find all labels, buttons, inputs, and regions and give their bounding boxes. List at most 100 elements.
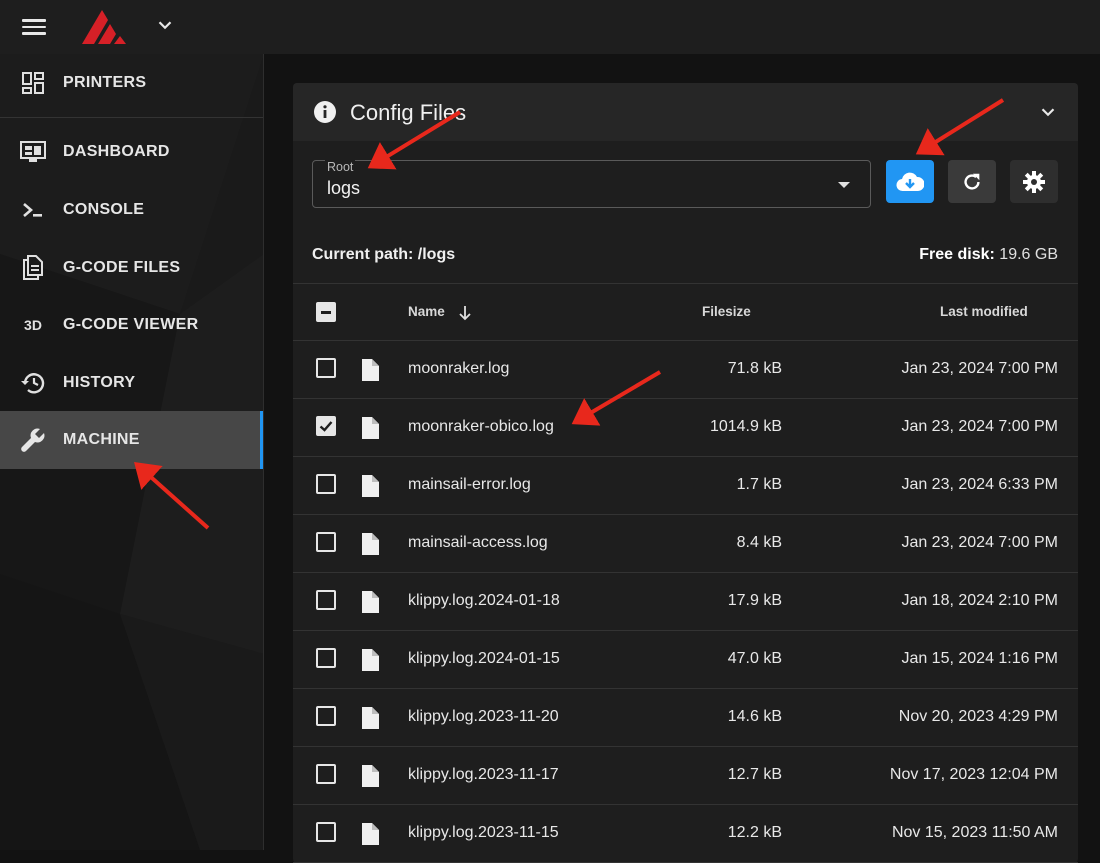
- sidebar-item-label: PRINTERS: [63, 74, 147, 91]
- file-icon: [362, 765, 379, 787]
- chevron-down-icon[interactable]: [1037, 101, 1059, 123]
- row-checkbox[interactable]: [316, 706, 336, 726]
- free-disk-value: 19.6 GB: [999, 246, 1058, 263]
- row-checkbox[interactable]: [316, 590, 336, 610]
- table-row[interactable]: mainsail-access.log 8.4 kB Jan 23, 2024 7:…: [293, 515, 1078, 573]
- monitor-dashboard-icon: [20, 139, 46, 165]
- table-row[interactable]: moonraker.log 71.8 kB Jan 23, 2024 7:00 PM: [293, 341, 1078, 399]
- history-icon: [20, 370, 46, 396]
- table-row[interactable]: klippy.log.2023-11-20 14.6 kB Nov 20, 2023…: [293, 689, 1078, 747]
- file-size: 12.7 kB: [727, 766, 782, 783]
- sidebar: PRINTERS DASHBOARD CONSOLE G-CODE FILES …: [0, 54, 264, 850]
- refresh-button[interactable]: [948, 160, 996, 203]
- table-row[interactable]: klippy.log.2023-11-15 12.2 kB Nov 15, 2023…: [293, 805, 1078, 863]
- select-all-checkbox[interactable]: [316, 302, 336, 322]
- free-disk-label: Free disk:: [919, 246, 995, 263]
- main-content: Config Files Root logs Current path: /lo…: [265, 54, 1100, 863]
- last-modified-column-header[interactable]: Last modified: [940, 304, 1028, 319]
- sidebar-item-label: HISTORY: [63, 374, 136, 391]
- file-name[interactable]: mainsail-error.log: [408, 476, 531, 494]
- file-name[interactable]: klippy.log.2024-01-15: [408, 650, 560, 668]
- file-icon: [362, 823, 379, 845]
- sidebar-item-label: DASHBOARD: [63, 143, 170, 160]
- sidebar-item-history[interactable]: HISTORY: [0, 354, 263, 412]
- file-modified: Nov 20, 2023 4:29 PM: [898, 708, 1058, 725]
- console-prompt-icon: [20, 197, 46, 223]
- sidebar-divider: [0, 117, 263, 118]
- file-size: 71.8 kB: [727, 360, 782, 377]
- cloud-download-icon: [896, 172, 924, 191]
- panel-header[interactable]: Config Files: [293, 83, 1078, 141]
- sidebar-item-label: CONSOLE: [63, 201, 145, 218]
- file-modified: Nov 17, 2023 12:04 PM: [889, 766, 1058, 783]
- hamburger-menu-icon[interactable]: [22, 16, 46, 36]
- file-icon: [362, 533, 379, 555]
- current-path-value: /logs: [417, 246, 456, 263]
- mainsail-logo[interactable]: [80, 6, 130, 46]
- file-name[interactable]: moonraker.log: [408, 360, 509, 378]
- file-name[interactable]: moonraker-obico.log: [408, 418, 554, 436]
- panel-title: Config Files: [350, 100, 467, 125]
- filesize-column-header[interactable]: Filesize: [702, 304, 751, 319]
- file-name[interactable]: klippy.log.2024-01-18: [408, 592, 560, 610]
- download-button[interactable]: [886, 160, 934, 203]
- file-modified: Nov 15, 2023 11:50 AM: [891, 824, 1058, 841]
- sidebar-item-dashboard[interactable]: DASHBOARD: [0, 123, 263, 181]
- path-info: Current path: /logs Free disk: 19.6 GB: [312, 246, 1058, 266]
- row-checkbox[interactable]: [316, 416, 336, 436]
- table-row[interactable]: mainsail-error.log 1.7 kB Jan 23, 2024 6:3…: [293, 457, 1078, 515]
- sidebar-item-gcode-viewer[interactable]: 3D G-CODE VIEWER: [0, 296, 263, 354]
- dropdown-caret-icon: [838, 182, 850, 188]
- sidebar-item-label: MACHINE: [63, 431, 140, 448]
- file-size: 1014.9 kB: [709, 418, 782, 435]
- file-modified: Jan 23, 2024 6:33 PM: [901, 476, 1058, 493]
- row-checkbox[interactable]: [316, 764, 336, 784]
- file-name[interactable]: klippy.log.2023-11-20: [408, 708, 559, 726]
- file-name[interactable]: klippy.log.2023-11-17: [408, 766, 559, 784]
- file-icon: [362, 591, 379, 613]
- table-header: Name Filesize Last modified: [293, 283, 1078, 341]
- sidebar-item-printers[interactable]: PRINTERS: [0, 54, 263, 112]
- current-path-label: Current path:: [312, 246, 414, 263]
- sidebar-item-label: G-CODE FILES: [63, 259, 181, 276]
- file-size: 17.9 kB: [727, 592, 782, 609]
- 3d-icon: 3D: [24, 317, 42, 333]
- file-size: 12.2 kB: [727, 824, 782, 841]
- root-select[interactable]: Root logs: [312, 160, 871, 208]
- file-name[interactable]: klippy.log.2023-11-15: [408, 824, 559, 842]
- arrow-down-icon[interactable]: [457, 304, 473, 322]
- row-checkbox[interactable]: [316, 532, 336, 552]
- sidebar-item-machine[interactable]: MACHINE: [0, 411, 263, 469]
- file-modified: Jan 18, 2024 2:10 PM: [901, 592, 1058, 609]
- file-modified: Jan 15, 2024 1:16 PM: [901, 650, 1058, 667]
- file-document-icon: [20, 255, 46, 281]
- row-checkbox[interactable]: [316, 358, 336, 378]
- name-column-header[interactable]: Name: [408, 304, 445, 319]
- file-icon: [362, 707, 379, 729]
- info-icon: [314, 101, 336, 123]
- sidebar-item-console[interactable]: CONSOLE: [0, 181, 263, 239]
- file-icon: [362, 649, 379, 671]
- row-checkbox[interactable]: [316, 822, 336, 842]
- file-size: 1.7 kB: [736, 476, 782, 493]
- file-icon: [362, 359, 379, 381]
- table-row[interactable]: klippy.log.2023-11-17 12.7 kB Nov 17, 2023…: [293, 747, 1078, 805]
- config-files-panel: Config Files Root logs Current path: /lo…: [293, 83, 1078, 863]
- wrench-icon: [20, 427, 46, 453]
- table-row[interactable]: moonraker-obico.log 1014.9 kB Jan 23, 2024…: [293, 399, 1078, 457]
- table-row[interactable]: klippy.log.2024-01-18 17.9 kB Jan 18, 2024…: [293, 573, 1078, 631]
- root-select-label: Root: [325, 160, 356, 174]
- file-name[interactable]: mainsail-access.log: [408, 534, 548, 552]
- file-size: 14.6 kB: [727, 708, 782, 725]
- refresh-icon: [964, 173, 980, 190]
- table-row[interactable]: klippy.log.2024-01-15 47.0 kB Jan 15, 2024…: [293, 631, 1078, 689]
- file-size: 8.4 kB: [736, 534, 782, 551]
- free-disk: Free disk: 19.6 GB: [919, 246, 1058, 264]
- chevron-down-icon[interactable]: [154, 14, 176, 36]
- row-checkbox[interactable]: [316, 648, 336, 668]
- file-size: 47.0 kB: [727, 650, 782, 667]
- sidebar-item-gcode-files[interactable]: G-CODE FILES: [0, 239, 263, 297]
- settings-button[interactable]: [1010, 160, 1058, 203]
- row-checkbox[interactable]: [316, 474, 336, 494]
- root-select-value: logs: [327, 178, 361, 198]
